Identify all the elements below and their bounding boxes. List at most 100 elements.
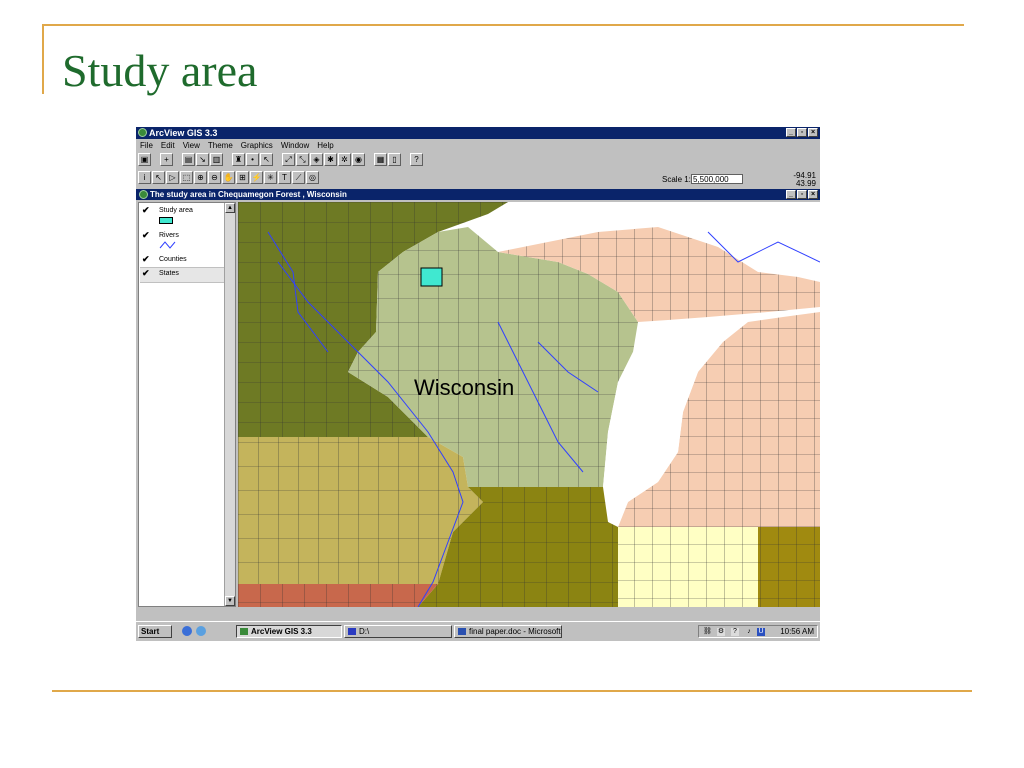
legend-label-states[interactable]: States xyxy=(159,270,179,277)
zoom-out-icon[interactable]: ⊖ xyxy=(208,171,221,184)
task-word-label: final paper.doc - Microsoft... xyxy=(469,627,562,636)
task-explorer-label: D:\ xyxy=(359,627,370,636)
menu-window[interactable]: Window xyxy=(281,140,309,151)
measure-icon[interactable]: ⊞ xyxy=(236,171,249,184)
vertex-icon[interactable]: ▷ xyxy=(166,171,179,184)
query-icon[interactable]: ↖ xyxy=(260,153,273,166)
start-button[interactable]: Start xyxy=(138,625,172,638)
folder-task-icon xyxy=(348,628,356,635)
print-icon[interactable]: ▥ xyxy=(210,153,223,166)
zoom-in-icon[interactable]: ⊕ xyxy=(194,171,207,184)
zoom-previous-icon[interactable]: ◉ xyxy=(352,153,365,166)
app-titlebar: ArcView GIS 3.3 _ ▫ × xyxy=(136,127,820,139)
tray-link-icon[interactable]: ⛓ xyxy=(703,628,712,636)
task-arcview-label: ArcView GIS 3.3 xyxy=(251,627,312,636)
arcview-task-icon xyxy=(240,628,248,635)
region-missouri[interactable] xyxy=(238,584,438,607)
checkbox-rivers[interactable]: ✔ xyxy=(142,230,150,241)
toc-scrollbar[interactable]: ▲ ▼ xyxy=(224,203,235,606)
system-tray: ⛓ ⚙ ? ♪ U 10:56 AM xyxy=(698,625,818,638)
map-view[interactable]: Wisconsin xyxy=(238,202,820,607)
view-minimize-button[interactable]: _ xyxy=(786,190,796,199)
add-theme-icon[interactable]: + xyxy=(160,153,173,166)
study-area-polygon[interactable] xyxy=(420,267,443,287)
windows-taskbar: Start ArcView GIS 3.3 D:\ final paper.do… xyxy=(136,621,820,641)
app-title: ArcView GIS 3.3 xyxy=(149,128,218,138)
coordinate-readout: -94.91 43.99 xyxy=(780,172,816,188)
task-word[interactable]: final paper.doc - Microsoft... xyxy=(454,625,562,638)
scroll-up-icon[interactable]: ▲ xyxy=(225,203,235,213)
ie-icon[interactable] xyxy=(182,626,192,636)
view-title: The study area in Chequamegon Forest , W… xyxy=(150,190,347,199)
help-icon[interactable]: ? xyxy=(410,153,423,166)
view-maximize-button[interactable]: ▫ xyxy=(797,190,807,199)
zoom-out-fixed-icon[interactable]: ✲ xyxy=(338,153,351,166)
tool-bar: i ↖ ▷ ⬚ ⊕ ⊖ ✋ ⊞ ⚡ ✳ T ⟋ ◎ xyxy=(138,171,320,185)
clock: 10:56 AM xyxy=(780,627,814,636)
pointer-icon[interactable]: ↖ xyxy=(152,171,165,184)
coord-y: 43.99 xyxy=(795,179,816,188)
scale-label: Scale 1: xyxy=(662,175,691,184)
zoom-extent-icon[interactable]: ⬚ xyxy=(180,171,193,184)
select-all-icon[interactable]: ▦ xyxy=(374,153,387,166)
scale-input[interactable]: 5,500,000 xyxy=(691,174,743,184)
legend-label-study-area[interactable]: Study area xyxy=(159,207,193,214)
tray-tool-icon[interactable]: ⚙ xyxy=(717,628,725,636)
arcview-screenshot: ArcView GIS 3.3 _ ▫ × File Edit View The… xyxy=(136,127,820,641)
close-button[interactable]: × xyxy=(808,128,818,137)
label-icon[interactable]: ✳ xyxy=(264,171,277,184)
minimize-button[interactable]: _ xyxy=(786,128,796,137)
info-icon[interactable]: i xyxy=(138,171,151,184)
hotlink-icon[interactable]: ⚡ xyxy=(250,171,263,184)
draw-icon[interactable]: ⟋ xyxy=(292,171,305,184)
menu-bar: File Edit View Theme Graphics Window Hel… xyxy=(136,140,820,151)
checkbox-counties[interactable]: ✔ xyxy=(142,254,150,265)
region-indiana[interactable] xyxy=(618,527,758,607)
zoom-tool-icon[interactable]: ◎ xyxy=(306,171,319,184)
maximize-button[interactable]: ▫ xyxy=(797,128,807,137)
tray-volume-icon[interactable]: ♪ xyxy=(745,628,753,636)
tray-help-icon[interactable]: ? xyxy=(731,628,739,636)
rivers-symbol xyxy=(159,241,176,249)
pan-icon[interactable]: ✋ xyxy=(222,171,235,184)
legend-row-states[interactable] xyxy=(140,267,225,283)
menu-edit[interactable]: Edit xyxy=(161,140,175,151)
view-titlebar: The study area in Chequamegon Forest , W… xyxy=(136,189,820,200)
word-task-icon xyxy=(458,628,466,635)
task-explorer[interactable]: D:\ xyxy=(344,625,452,638)
button-bar: ▣ + ▤ ↘ ▥ ♜ • ↖ ⤢ ⤡ ◈ ✱ ✲ ◉ ▦ ▯ ? xyxy=(138,153,424,167)
menu-theme[interactable]: Theme xyxy=(208,140,233,151)
bottom-rule xyxy=(52,690,972,692)
region-ohio[interactable] xyxy=(758,527,820,607)
zoom-active-icon[interactable]: ⤡ xyxy=(296,153,309,166)
menu-file[interactable]: File xyxy=(140,140,153,151)
save-icon[interactable]: ▣ xyxy=(138,153,151,166)
menu-view[interactable]: View xyxy=(183,140,200,151)
zoom-selected-icon[interactable]: ◈ xyxy=(310,153,323,166)
legend-label-counties[interactable]: Counties xyxy=(159,256,187,263)
study-area-symbol xyxy=(159,217,173,224)
checkbox-states[interactable]: ✔ xyxy=(142,268,150,279)
theme-properties-icon[interactable]: ▤ xyxy=(182,153,195,166)
arcview-globe-icon xyxy=(138,128,147,137)
menu-graphics[interactable]: Graphics xyxy=(241,140,273,151)
task-arcview[interactable]: ArcView GIS 3.3 xyxy=(236,625,342,638)
view-close-button[interactable]: × xyxy=(808,190,818,199)
legend-label-rivers[interactable]: Rivers xyxy=(159,232,179,239)
checkbox-study-area[interactable]: ✔ xyxy=(142,205,150,216)
tray-shield-icon[interactable]: U xyxy=(757,628,765,636)
table-of-contents: ✔ Study area ✔ Rivers ✔ Counties ✔ State… xyxy=(138,202,236,607)
top-rule xyxy=(42,24,964,26)
zoom-full-icon[interactable]: ⤢ xyxy=(282,153,295,166)
desktop-icon[interactable] xyxy=(196,626,206,636)
find-icon[interactable]: ♜ xyxy=(232,153,245,166)
clear-select-icon[interactable]: ▯ xyxy=(388,153,401,166)
text-icon[interactable]: T xyxy=(278,171,291,184)
scroll-down-icon[interactable]: ▼ xyxy=(225,596,235,606)
zoom-in-fixed-icon[interactable]: ✱ xyxy=(324,153,337,166)
status-bar xyxy=(136,607,820,621)
edit-legend-icon[interactable]: ↘ xyxy=(196,153,209,166)
locate-icon[interactable]: • xyxy=(246,153,259,166)
title-accent-line xyxy=(42,24,44,94)
menu-help[interactable]: Help xyxy=(317,140,333,151)
